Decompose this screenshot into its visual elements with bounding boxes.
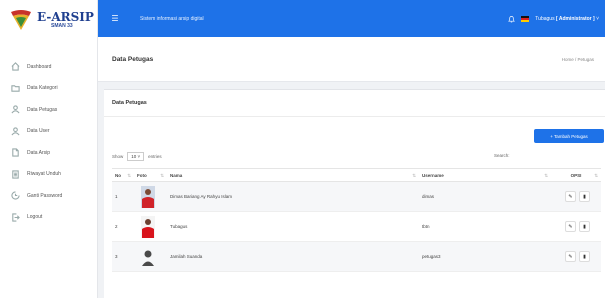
pencil-icon: ✎ xyxy=(568,193,573,200)
sidebar-item-label: Data Kategori xyxy=(27,85,58,92)
breadcrumb[interactable]: Home / Petugas xyxy=(562,57,594,62)
entries-select[interactable]: 10 ˅ xyxy=(127,152,145,161)
trash-icon: ▮ xyxy=(583,193,586,200)
topbar-user-area: Tubagus [ Administrator ] ˅ xyxy=(508,15,599,23)
row-photo-cell xyxy=(134,241,167,272)
row-no: 2 xyxy=(112,211,134,242)
home-icon xyxy=(11,62,20,71)
entries-value: 10 xyxy=(131,154,137,159)
row-opsi: ✎ ▮ xyxy=(551,181,601,212)
card-divider xyxy=(104,116,605,117)
folder-icon xyxy=(11,85,20,92)
sidebar-item-data-arsip[interactable]: Data Arsip xyxy=(0,142,97,164)
sidebar-item-label: Data Arsip xyxy=(27,149,51,156)
column-header-foto[interactable]: Foto ⇅ xyxy=(134,168,167,182)
table-row: 3 Jamilah Suanda petugas3 ✎ ▮ xyxy=(112,241,601,272)
default-avatar xyxy=(142,250,154,266)
row-photo-cell xyxy=(134,181,167,212)
logout-icon xyxy=(12,213,20,222)
petugas-card: Data Petugas + Tambah Petugas Show 10 ˅ … xyxy=(104,89,605,298)
column-header-opsi[interactable]: OPSI ⇅ xyxy=(551,168,601,182)
list-icon xyxy=(12,170,19,179)
table-header-row: No ⇅ Foto ⇅ Nama ⇅ Username ⇅ OPSI ⇅ xyxy=(112,168,601,182)
sidebar-item-label: Data User xyxy=(27,128,50,135)
row-no: 1 xyxy=(112,181,134,212)
trash-icon: ▮ xyxy=(583,223,586,230)
pencil-icon: ✎ xyxy=(568,223,573,230)
sidebar-item-logout[interactable]: Logout xyxy=(0,207,97,229)
sidebar-item-data-user[interactable]: Data User xyxy=(0,121,97,143)
brand-subtitle: SMAN 33 xyxy=(51,23,73,29)
petugas-table: No ⇅ Foto ⇅ Nama ⇅ Username ⇅ OPSI ⇅ 1 Dimas … xyxy=(112,168,601,272)
user-icon xyxy=(11,127,20,136)
edit-button[interactable]: ✎ xyxy=(565,191,576,202)
menu-toggle-icon[interactable]: ☰ xyxy=(110,14,120,23)
sidebar-item-riwayat-unduh[interactable]: Riwayat Unduh xyxy=(0,164,97,186)
search-input[interactable] xyxy=(514,148,604,159)
user-icon xyxy=(11,105,20,114)
pencil-icon: ✎ xyxy=(568,253,573,260)
sidebar-item-label: Riwayat Unduh xyxy=(27,171,61,178)
brand[interactable]: E-ARSIP SMAN 33 xyxy=(0,0,97,40)
delete-button[interactable]: ▮ xyxy=(579,221,590,232)
card-title: Data Petugas xyxy=(112,100,147,106)
column-header-no[interactable]: No ⇅ xyxy=(112,168,134,182)
page-title: Data Petugas xyxy=(112,55,154,63)
sidebar: E-ARSIP SMAN 33 Dashboard Data Kategori … xyxy=(0,0,98,298)
sidebar-item-label: Data Petugas xyxy=(27,106,58,113)
flag-icon xyxy=(521,15,530,22)
staff-photo xyxy=(141,185,155,208)
bell-icon[interactable] xyxy=(508,15,516,23)
show-entries: Show 10 ˅ entries xyxy=(112,152,162,161)
table-row: 1 Dimas Bariang Ay Rahyu Islam dimas ✎ ▮ xyxy=(112,181,601,212)
table-row: 2 Tubagus tbtn ✎ ▮ xyxy=(112,211,601,242)
sidebar-nav: Dashboard Data Kategori Data Petugas Dat… xyxy=(0,56,97,228)
user-name: Tubagus xyxy=(535,15,555,22)
row-username: tbtn xyxy=(419,211,551,242)
sidebar-item-label: Dashboard xyxy=(27,63,52,70)
edit-button[interactable]: ✎ xyxy=(565,251,576,262)
sidebar-item-ganti-password[interactable]: Ganti Password xyxy=(0,185,97,207)
add-petugas-button[interactable]: + Tambah Petugas xyxy=(534,129,604,143)
page-header: Data Petugas Home / Petugas xyxy=(98,37,605,82)
row-username: petugas3 xyxy=(419,241,551,272)
row-username: dimas xyxy=(419,181,551,212)
sidebar-item-label: Ganti Password xyxy=(27,192,63,199)
brand-title: E-ARSIP xyxy=(37,10,94,24)
user-role: [ Administrator ] xyxy=(555,15,595,22)
row-photo-cell xyxy=(134,211,167,242)
edit-button[interactable]: ✎ xyxy=(565,221,576,232)
sidebar-item-data-kategori[interactable]: Data Kategori xyxy=(0,78,97,100)
entries-label: entries xyxy=(148,154,162,159)
trash-icon: ▮ xyxy=(583,253,586,260)
row-nama: Tubagus xyxy=(167,211,419,242)
sidebar-item-data-petugas[interactable]: Data Petugas xyxy=(0,99,97,121)
lock-icon xyxy=(11,191,20,200)
column-header-username[interactable]: Username ⇅ xyxy=(419,168,551,182)
row-opsi: ✎ ▮ xyxy=(551,211,601,242)
sidebar-item-dashboard[interactable]: Dashboard xyxy=(0,56,97,78)
sidebar-item-label: Logout xyxy=(27,214,43,221)
row-opsi: ✎ ▮ xyxy=(551,241,601,272)
chevron-down-icon: ˅ xyxy=(596,15,599,22)
file-icon xyxy=(12,148,19,157)
row-nama: Dimas Bariang Ay Rahyu Islam xyxy=(167,181,419,212)
delete-button[interactable]: ▮ xyxy=(579,251,590,262)
row-nama: Jamilah Suanda xyxy=(167,241,419,272)
user-menu[interactable]: Tubagus [ Administrator ] ˅ xyxy=(535,16,599,22)
search-label: Search: xyxy=(494,153,510,158)
delete-button[interactable]: ▮ xyxy=(579,191,590,202)
row-no: 3 xyxy=(112,241,134,272)
column-header-nama[interactable]: Nama ⇅ xyxy=(167,168,419,182)
topbar: ☰ Sistem informasi arsip digital Tubagus… xyxy=(98,0,605,37)
logo-icon xyxy=(11,10,31,30)
show-label: Show xyxy=(112,154,124,159)
staff-photo xyxy=(141,215,155,238)
app-tagline: Sistem informasi arsip digital xyxy=(140,15,204,22)
